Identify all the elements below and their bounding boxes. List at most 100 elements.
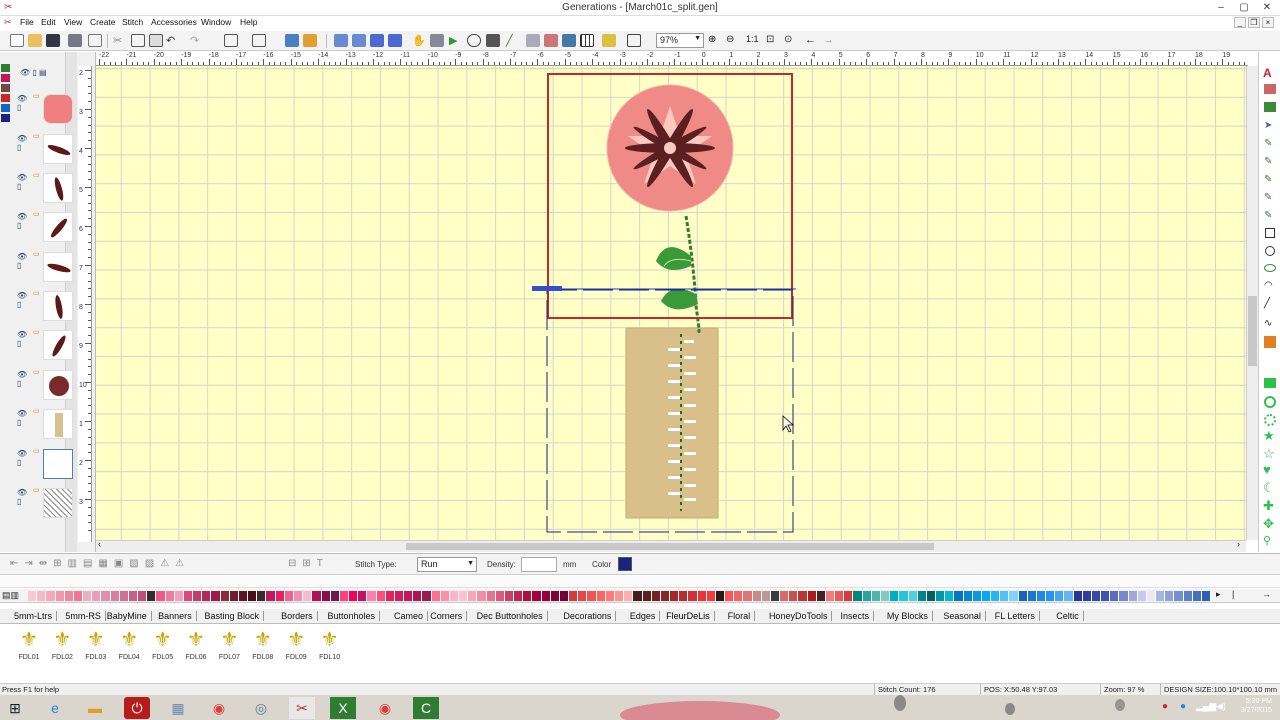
shape-circle-icon[interactable]: [1264, 396, 1276, 408]
menu-file[interactable]: File: [20, 17, 34, 27]
thread-swatch[interactable]: [376, 591, 386, 601]
thread-swatch[interactable]: [220, 591, 230, 601]
power-icon[interactable]: ⏻: [124, 697, 150, 719]
thread-swatch[interactable]: [238, 591, 249, 601]
thread-swatch[interactable]: [266, 591, 276, 601]
zoom-out-icon[interactable]: ⊖: [726, 34, 740, 47]
close-button[interactable]: ✕: [1256, 0, 1278, 15]
library-item[interactable]: ⚜ FDL02: [47, 629, 77, 669]
thread-swatch[interactable]: [284, 591, 294, 601]
network-icon[interactable]: ▂▄▆: [1196, 701, 1216, 712]
thread-swatch[interactable]: [367, 591, 377, 601]
thread-swatch[interactable]: [743, 591, 753, 601]
undo-icon[interactable]: ↶: [166, 34, 180, 47]
app-icon-3[interactable]: C: [413, 697, 439, 719]
thread-swatch[interactable]: [926, 591, 937, 601]
thread-swatch[interactable]: [550, 591, 560, 601]
thread-swatch[interactable]: [569, 591, 579, 601]
library-tab[interactable]: Basting Block: [204, 611, 264, 621]
hoop-icon[interactable]: [467, 34, 481, 47]
split-icon[interactable]: [285, 34, 299, 47]
thread-swatch[interactable]: [1027, 591, 1037, 601]
thread-swatch[interactable]: [1183, 591, 1193, 601]
thread-swatch[interactable]: [605, 591, 615, 601]
view-3d-icon[interactable]: [544, 34, 558, 47]
thread-swatch[interactable]: [991, 591, 1001, 601]
pen-icon-2[interactable]: ✎: [1264, 156, 1272, 167]
open-icon[interactable]: [28, 34, 42, 47]
thread-swatch[interactable]: [330, 591, 340, 601]
text-tool-icon[interactable]: A: [1263, 66, 1272, 80]
density-input[interactable]: [521, 557, 557, 572]
thread-swatch[interactable]: [780, 591, 790, 601]
transform-tools[interactable]: ⊟⊞T: [288, 558, 329, 569]
thread-swatches[interactable]: [28, 591, 1212, 601]
library-item[interactable]: ⚜ FDL10: [315, 629, 345, 669]
thread-swatch[interactable]: [64, 591, 74, 601]
monogram-icon[interactable]: [1264, 84, 1276, 94]
stitch-type-select[interactable]: Run ▼: [417, 557, 477, 572]
thread-swatch[interactable]: [394, 591, 405, 601]
paste-icon[interactable]: [149, 34, 163, 47]
menu-edit[interactable]: Edit: [41, 17, 56, 27]
library-item[interactable]: ⚜ FDL09: [281, 629, 311, 669]
library-item[interactable]: ⚜ FDL06: [181, 629, 211, 669]
scroll-right-icon[interactable]: ▸: [1216, 589, 1221, 600]
thread-swatch[interactable]: [1082, 591, 1092, 601]
thread-swatch[interactable]: [1091, 591, 1102, 601]
thread-swatch[interactable]: [697, 591, 707, 601]
properties-icon[interactable]: [627, 34, 641, 47]
library-item[interactable]: ⚜ FDL01: [14, 629, 44, 669]
library-tab[interactable]: FleurDeLis: [666, 611, 715, 621]
thread-swatch[interactable]: [1009, 591, 1019, 601]
thread-swatch[interactable]: [862, 591, 872, 601]
thread-swatch[interactable]: [46, 591, 56, 601]
menu-stitch[interactable]: Stitch: [122, 17, 143, 27]
thread-swatch[interactable]: [880, 591, 891, 601]
thread-swatch[interactable]: [871, 591, 881, 601]
thread-swatch[interactable]: [825, 591, 836, 601]
library-item[interactable]: ⚜ FDL04: [114, 629, 144, 669]
shape-moon-icon[interactable]: ☾: [1263, 480, 1275, 496]
thread-swatch[interactable]: [1165, 591, 1175, 601]
thread-swatch[interactable]: [963, 591, 973, 601]
folder-icon[interactable]: ▬: [82, 697, 108, 719]
system-clock[interactable]: 5:20 PM 3/27/2015: [1241, 697, 1272, 715]
thread-swatch[interactable]: [202, 591, 212, 601]
library-tab[interactable]: 5mm-RS: [65, 611, 106, 621]
thread-swatch[interactable]: [138, 591, 148, 601]
thread-swatch[interactable]: [1064, 591, 1074, 601]
thread-swatch[interactable]: [890, 591, 900, 601]
thread-swatch[interactable]: [73, 591, 84, 601]
scroll-thumb[interactable]: [1248, 296, 1257, 366]
tray-icon[interactable]: ●: [1162, 701, 1168, 712]
shape-pin-icon[interactable]: ⚲: [1263, 534, 1271, 547]
thread-swatch[interactable]: [449, 591, 460, 601]
zoom-actual-icon[interactable]: 1:1: [746, 34, 760, 47]
library-tab[interactable]: Buttonholes: [327, 611, 380, 621]
thread-swatch[interactable]: [1137, 591, 1147, 601]
circle-tool-icon[interactable]: [1265, 246, 1275, 256]
chrome-icon[interactable]: ◉: [206, 697, 232, 719]
thread-swatch[interactable]: [119, 591, 129, 601]
thread-swatch[interactable]: [248, 591, 258, 601]
thread-swatch[interactable]: [578, 591, 588, 601]
thread-swatch[interactable]: [688, 591, 698, 601]
thread-swatch[interactable]: [55, 591, 65, 601]
align-tools[interactable]: ⇤⇥⇹⊞▥▤▦▣▧▨⚠⚠: [10, 558, 190, 569]
excel-icon[interactable]: X: [330, 697, 356, 719]
thread-swatch[interactable]: [413, 591, 423, 601]
thread-swatch[interactable]: [147, 591, 157, 601]
thread-swatch[interactable]: [954, 591, 964, 601]
thread-swatch[interactable]: [495, 591, 505, 601]
thread-swatch[interactable]: [275, 591, 285, 601]
thread-swatch[interactable]: [1146, 591, 1157, 601]
hand-icon[interactable]: ✋: [412, 34, 426, 47]
thread-swatch[interactable]: [706, 591, 716, 601]
design-canvas[interactable]: [96, 66, 1246, 540]
library-item[interactable]: ⚜ FDL08: [248, 629, 278, 669]
mdi-restore-icon[interactable]: ❐: [1248, 17, 1260, 28]
library-tab[interactable]: BabyMine: [107, 611, 152, 621]
thread-swatch[interactable]: [468, 591, 478, 601]
pen-icon-5[interactable]: ✎: [1264, 210, 1272, 221]
